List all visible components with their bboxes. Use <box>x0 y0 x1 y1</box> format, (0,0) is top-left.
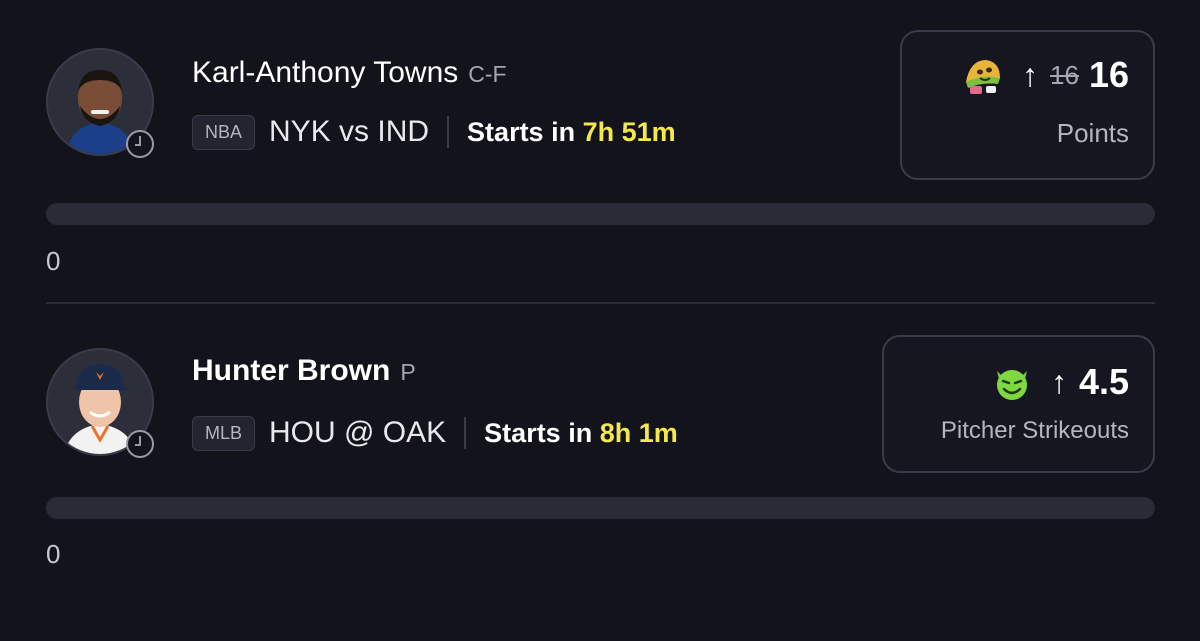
clock-icon <box>126 430 154 458</box>
projection-card[interactable]: ↑ 4.5 Pitcher Strikeouts <box>882 335 1155 473</box>
player-name-text: Hunter Brown <box>192 354 391 387</box>
matchup: HOU @ OAK <box>269 416 447 449</box>
game-info: NBA NYK vs IND Starts in 7h 51m <box>192 112 676 152</box>
start-time: Starts in 7h 51m <box>467 117 676 148</box>
player-name-text: Karl-Anthony Towns <box>192 56 459 89</box>
league-badge: NBA <box>192 114 256 150</box>
game-info: MLB HOU @ OAK Starts in 8h 1m <box>192 413 678 453</box>
separator <box>464 417 467 449</box>
starts-prefix: Starts in <box>467 116 576 147</box>
progress-bar <box>46 203 1155 225</box>
starts-prefix: Starts in <box>484 417 593 448</box>
pick-row[interactable]: Karl-Anthony Towns C-F NBA NYK vs IND Sta… <box>0 0 1200 300</box>
progress-value: 0 <box>46 246 61 276</box>
stat-type: Points <box>1056 118 1129 148</box>
separator <box>447 116 450 148</box>
player-name: Hunter Brown P <box>192 354 416 388</box>
original-line: 16 <box>1050 59 1079 90</box>
pick-row[interactable]: Hunter Brown P MLB HOU @ OAK Starts in 8h… <box>0 300 1200 600</box>
progress-bar <box>46 497 1155 519</box>
stat-type: Pitcher Strikeouts <box>940 417 1129 444</box>
projection-line-row: ↑ 16 16 <box>962 54 1129 96</box>
projection-line-row: ↑ 4.5 <box>991 361 1129 403</box>
arrow-up-icon: ↑ <box>1050 363 1067 400</box>
start-time: Starts in 8h 1m <box>484 418 678 449</box>
starts-countdown: 7h 51m <box>582 116 676 147</box>
goblin-emoji-icon <box>991 361 1033 403</box>
player-position: C-F <box>468 61 507 87</box>
taco-emoji-icon <box>962 54 1004 96</box>
projection-line: 16 <box>1088 54 1129 95</box>
projection-card[interactable]: ↑ 16 16 Points <box>900 30 1155 180</box>
progress-value: 0 <box>46 539 61 569</box>
starts-countdown: 8h 1m <box>599 417 678 448</box>
player-position: P <box>400 359 416 385</box>
projection-line: 4.5 <box>1078 361 1129 402</box>
player-name: Karl-Anthony Towns C-F <box>192 56 507 90</box>
matchup: NYK vs IND <box>269 115 430 148</box>
league-badge: MLB <box>192 415 256 451</box>
clock-icon <box>126 130 154 158</box>
arrow-up-icon: ↑ <box>1022 56 1039 93</box>
